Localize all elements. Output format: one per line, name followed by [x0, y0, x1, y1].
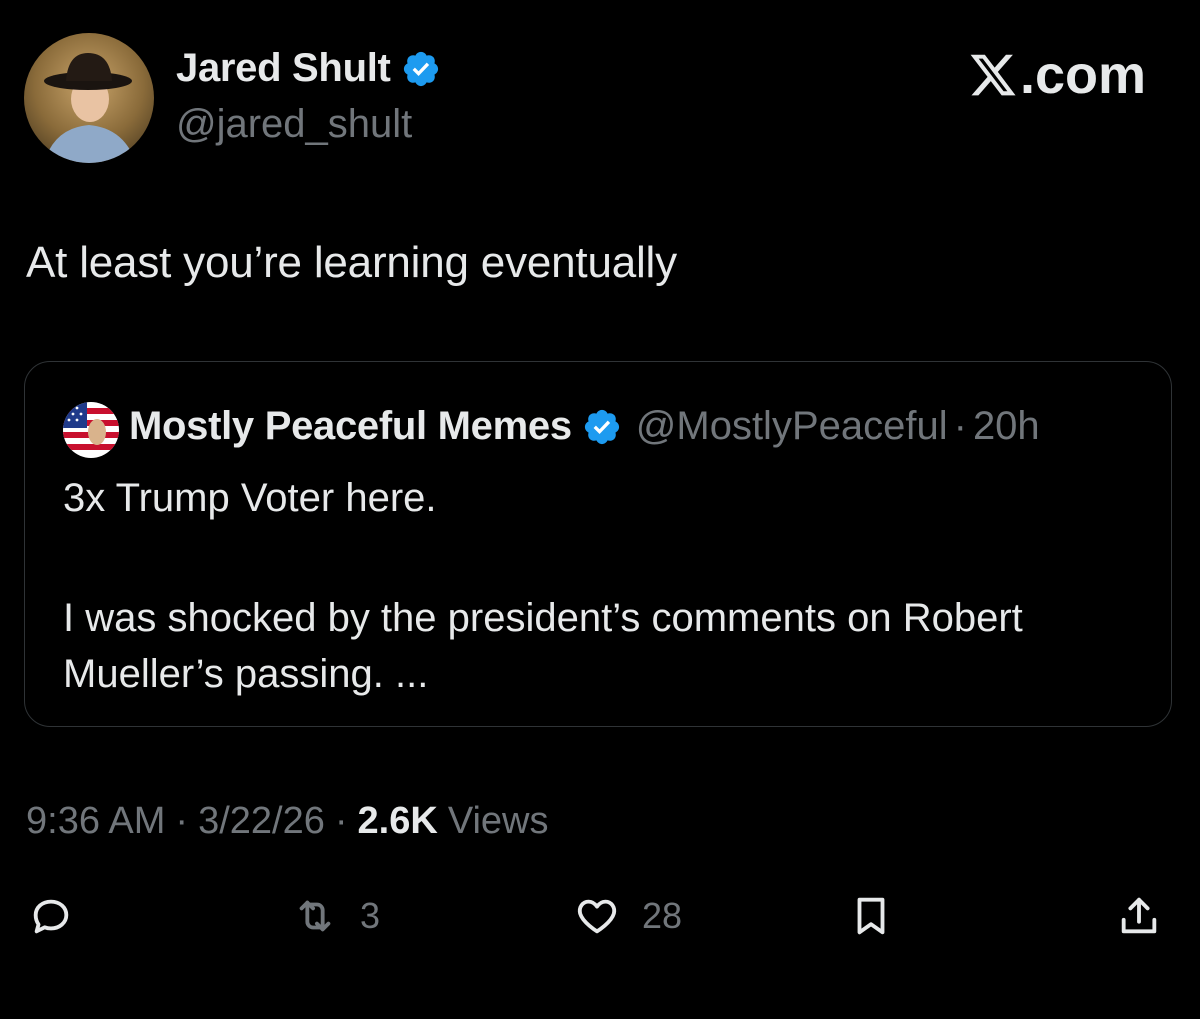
quoted-tweet-time[interactable]: 20h [973, 404, 1040, 449]
heart-icon [577, 899, 617, 934]
verified-badge-icon [403, 51, 438, 86]
author-avatar[interactable] [24, 33, 154, 163]
verified-badge-icon [584, 409, 619, 444]
views-count[interactable]: 2.6K [358, 800, 438, 843]
like-button[interactable]: 28 [574, 893, 682, 939]
quoted-tweet-header: Mostly Peaceful Memes @MostlyPeaceful · … [129, 404, 1040, 449]
separator-dot: · [953, 404, 967, 448]
bookmark-icon [857, 897, 885, 935]
quoted-author-name[interactable]: Mostly Peaceful Memes [129, 404, 572, 449]
x-logo: .com [968, 44, 1146, 106]
reply-bubble-icon [33, 899, 69, 934]
quoted-author-avatar[interactable] [63, 402, 119, 458]
share-icon [1121, 897, 1157, 934]
author-name-text: Jared Shult [176, 46, 391, 90]
reply-button[interactable] [28, 893, 74, 939]
x-brand-icon [970, 54, 1016, 96]
author-display-name[interactable]: Jared Shult [176, 46, 441, 91]
quoted-tweet-line1: 3x Trump Voter here. [63, 476, 437, 520]
tweet-meta: 9:36 AM · 3/22/26 · 2.6K Views [26, 800, 549, 843]
repost-icon [299, 900, 331, 932]
tweet-time[interactable]: 9:36 AM [26, 800, 165, 843]
quoted-tweet-line2: I was shocked by the president’s comment… [63, 596, 1023, 696]
logo-text: .com [1019, 45, 1146, 105]
repost-count: 3 [360, 895, 381, 936]
like-count: 28 [642, 895, 683, 936]
bookmark-button[interactable] [848, 893, 894, 939]
share-button[interactable] [1116, 893, 1162, 939]
quoted-tweet-card[interactable]: Mostly Peaceful Memes @MostlyPeaceful · … [24, 361, 1172, 727]
tweet-date[interactable]: 3/22/26 [198, 800, 325, 843]
separator-dot: · [334, 800, 348, 842]
separator-dot: · [175, 800, 189, 842]
tweet-text: At least you’re learning eventually [26, 238, 677, 287]
tweet-screenshot: Jared Shult @jared_shult .com At least y… [0, 0, 1200, 1019]
author-handle[interactable]: @jared_shult [176, 102, 412, 147]
views-label: Views [447, 800, 549, 842]
quoted-author-handle[interactable]: @MostlyPeaceful [636, 404, 948, 449]
repost-button[interactable]: 3 [292, 893, 380, 939]
